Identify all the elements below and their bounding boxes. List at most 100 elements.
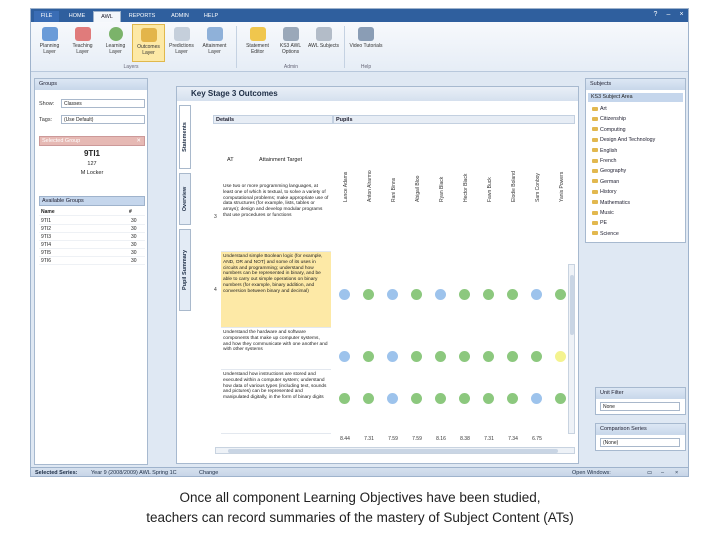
predictions-layer-button[interactable]: Predictions Layer	[165, 24, 198, 62]
horizontal-scrollbar[interactable]	[215, 447, 575, 454]
mastery-dot[interactable]	[339, 393, 350, 404]
pupil-column-header[interactable]: Sam Conboy	[530, 126, 544, 204]
change-link[interactable]: Change	[199, 468, 218, 476]
mastery-dot[interactable]	[555, 351, 566, 362]
mastery-dot[interactable]	[435, 351, 446, 362]
outcomes-layer-button[interactable]: Outcomes Layer	[132, 24, 165, 62]
minimize-icon[interactable]: –	[664, 10, 673, 20]
tags-combo[interactable]: (Use Default)	[61, 115, 145, 124]
mastery-dot[interactable]	[435, 393, 446, 404]
unit-filter-combo[interactable]: None	[600, 402, 680, 411]
planning-layer-button[interactable]: Planning Layer	[33, 24, 66, 62]
subject-item[interactable]: French	[592, 158, 617, 164]
subject-item[interactable]: History	[592, 189, 616, 195]
attainment-layer-button[interactable]: Attainment Layer	[198, 24, 231, 62]
table-row[interactable]: 9TI2 30	[39, 226, 145, 233]
mastery-dot[interactable]	[387, 351, 398, 362]
awl-subjects-button[interactable]: AWL Subjects	[307, 24, 340, 62]
mastery-dot[interactable]	[459, 351, 470, 362]
subject-item[interactable]: PE	[592, 220, 607, 226]
subject-item[interactable]: English	[592, 148, 617, 154]
mastery-dot[interactable]	[555, 289, 566, 300]
scroll-thumb[interactable]	[228, 449, 558, 453]
teaching-layer-button[interactable]: Teaching Layer	[66, 24, 99, 62]
minimize-icon[interactable]: –	[661, 468, 664, 476]
subject-item[interactable]: Music	[592, 210, 614, 216]
mastery-dot[interactable]	[531, 351, 542, 362]
close-icon[interactable]: ×	[675, 468, 678, 476]
window-icon[interactable]: ▭	[647, 468, 652, 476]
mastery-dot[interactable]	[507, 393, 518, 404]
mastery-dot[interactable]	[459, 289, 470, 300]
pupil-column-header[interactable]: Yanis Powers	[554, 126, 568, 204]
mastery-dot[interactable]	[339, 351, 350, 362]
pupil-column-header[interactable]: Elodie Boland	[506, 126, 520, 204]
learning-layer-button[interactable]: Learning Layer	[99, 24, 132, 62]
tab-admin[interactable]: ADMIN	[165, 11, 195, 22]
pupil-column-header[interactable]: Lance Adams	[338, 126, 352, 204]
help-icon[interactable]: ?	[651, 10, 660, 20]
group-count: 30	[131, 250, 137, 256]
mastery-dot[interactable]	[411, 289, 422, 300]
scroll-thumb[interactable]	[570, 275, 574, 335]
mastery-dot[interactable]	[363, 351, 374, 362]
subject-item[interactable]: German	[592, 179, 619, 185]
tab-help[interactable]: HELP	[199, 11, 223, 22]
show-combo[interactable]: Classes	[61, 99, 145, 108]
pupil-column-header[interactable]: Hector Black	[458, 126, 472, 204]
mastery-dot[interactable]	[483, 351, 494, 362]
subject-item[interactable]: Art	[592, 106, 607, 112]
tab-overview[interactable]: Overview	[179, 173, 191, 225]
tab-awl[interactable]: AWL	[93, 11, 121, 22]
statement-editor-button[interactable]: Statement Editor	[241, 24, 274, 62]
comparison-series-combo[interactable]: (None)	[600, 438, 680, 447]
mastery-dot[interactable]	[531, 393, 542, 404]
mastery-dot[interactable]	[363, 289, 374, 300]
subject-item[interactable]: Computing	[592, 127, 626, 133]
mastery-dot[interactable]	[339, 289, 350, 300]
table-row[interactable]: 9TI5 30	[39, 250, 145, 257]
subject-item[interactable]: Citizenship	[592, 116, 626, 122]
table-row[interactable]: 9TI3 30	[39, 234, 145, 241]
remove-icon[interactable]: ✕	[136, 137, 141, 146]
subject-item[interactable]: Geography	[592, 168, 626, 174]
tab-statements[interactable]: Statements	[179, 105, 191, 169]
pupil-column-header[interactable]: Abigail Bloo	[410, 126, 424, 204]
subject-item[interactable]: Mathematics	[592, 200, 630, 206]
mastery-dot[interactable]	[411, 351, 422, 362]
tab-file[interactable]: FILE	[34, 11, 59, 22]
video-tutorials-button[interactable]: Video Tutorials	[347, 24, 385, 62]
statement-cell[interactable]: Understand the hardware and software com…	[221, 328, 331, 370]
statement-cell[interactable]: Understand simple Boolean logic (for exa…	[221, 252, 331, 328]
pupil-column-header[interactable]: Ryan Black	[434, 126, 448, 204]
close-icon[interactable]: ×	[677, 10, 686, 20]
tab-reports[interactable]: REPORTS	[124, 11, 160, 22]
tab-pupil-summary[interactable]: Pupil Summary	[179, 229, 191, 311]
mastery-dot[interactable]	[435, 289, 446, 300]
folder-icon	[592, 106, 598, 111]
mastery-dot[interactable]	[411, 393, 422, 404]
pupil-column-header[interactable]: Fawn Buck	[482, 126, 496, 204]
table-row[interactable]: 9TI1 30	[39, 218, 145, 225]
tab-home[interactable]: HOME	[64, 11, 90, 22]
mastery-dot[interactable]	[363, 393, 374, 404]
mastery-dot[interactable]	[387, 393, 398, 404]
mastery-dot[interactable]	[507, 351, 518, 362]
pupil-column-header[interactable]: Rani Binns	[386, 126, 400, 204]
subject-item[interactable]: Design And Technology	[592, 137, 655, 143]
mastery-dot[interactable]	[459, 393, 470, 404]
mastery-dot[interactable]	[483, 289, 494, 300]
table-row[interactable]: 9TI4 30	[39, 242, 145, 249]
mastery-dot[interactable]	[507, 289, 518, 300]
mastery-dot[interactable]	[531, 289, 542, 300]
mastery-dot[interactable]	[555, 393, 566, 404]
ks3-awl-options-button[interactable]: KS3 AWL Options	[274, 24, 307, 62]
mastery-dot[interactable]	[483, 393, 494, 404]
subject-item[interactable]: Science	[592, 231, 619, 237]
pupil-column-header[interactable]: Anton Alrarmo	[362, 126, 376, 204]
mastery-dot[interactable]	[387, 289, 398, 300]
statement-cell[interactable]: Understand how instructions are stored a…	[221, 370, 331, 434]
vertical-scrollbar[interactable]	[568, 264, 575, 434]
table-row[interactable]: 9TI6 30	[39, 258, 145, 265]
statement-cell[interactable]: Use two or more programming languages, a…	[221, 182, 331, 252]
